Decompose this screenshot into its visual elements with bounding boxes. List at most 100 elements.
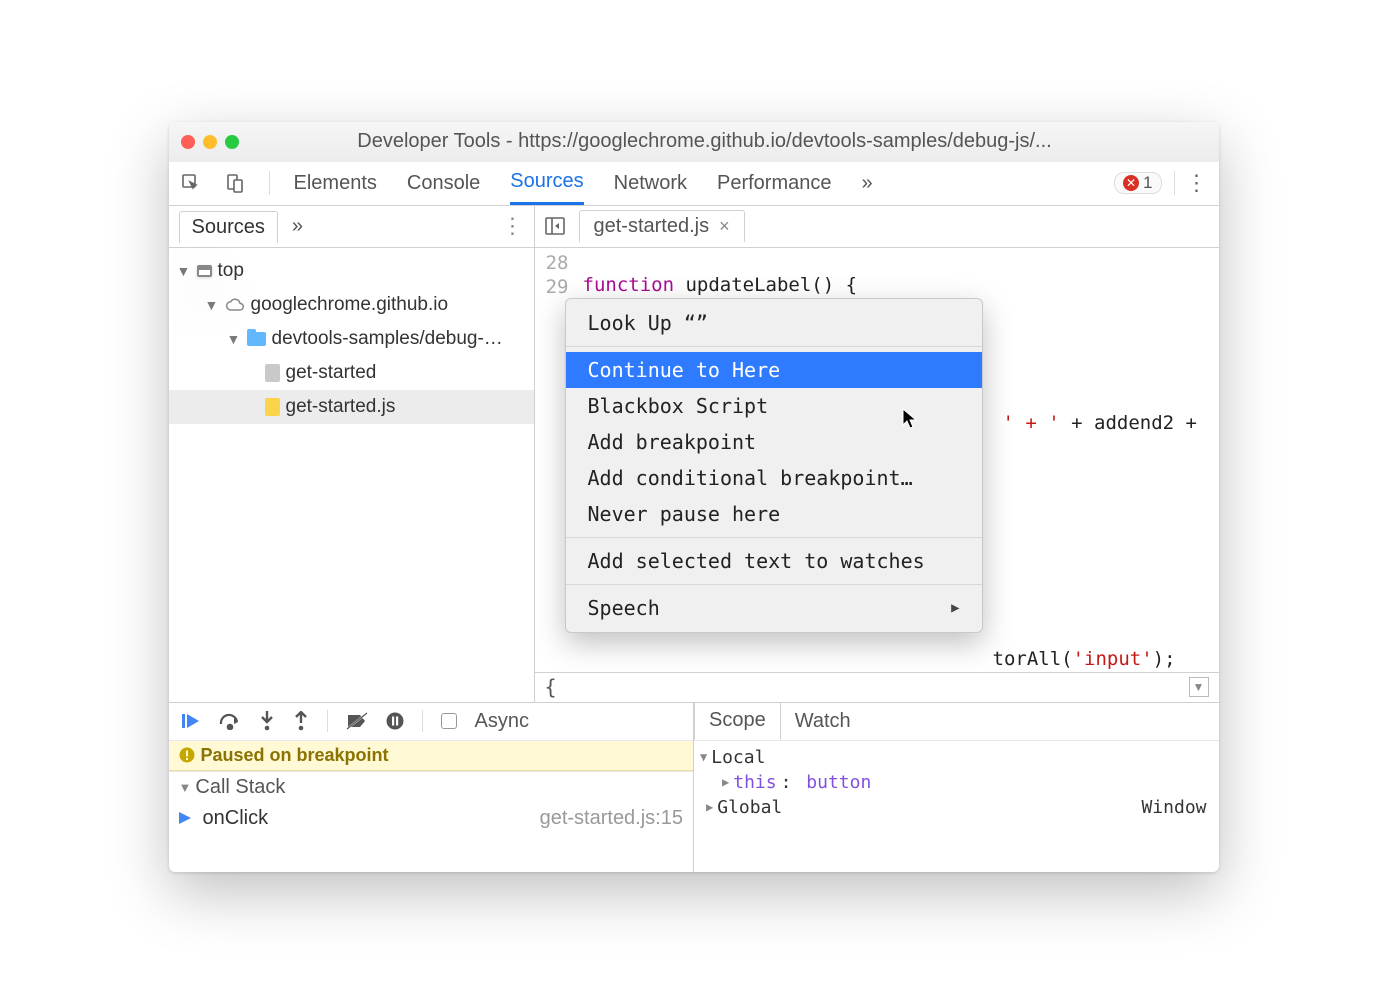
menu-add-conditional[interactable]: Add conditional breakpoint… xyxy=(566,460,982,496)
tree-folder[interactable]: ▼ devtools-samples/debug-… xyxy=(169,322,534,356)
kebab-menu-icon[interactable]: ⋮ xyxy=(1187,173,1207,193)
tab-scope[interactable]: Scope xyxy=(694,703,781,740)
expand-caret-icon[interactable]: ▼ xyxy=(177,263,191,279)
tab-performance[interactable]: Performance xyxy=(717,162,832,205)
error-icon: ✕ xyxy=(1123,175,1139,191)
info-icon xyxy=(179,747,195,763)
tree-file[interactable]: get-started xyxy=(169,356,534,390)
menu-separator xyxy=(566,537,982,538)
menu-continue-here[interactable]: Continue to Here xyxy=(566,352,982,388)
error-count-badge[interactable]: ✕ 1 xyxy=(1114,172,1161,194)
menu-separator xyxy=(566,346,982,347)
scope-global-val: Window xyxy=(1141,797,1206,818)
code-token: torAll( xyxy=(993,648,1073,670)
resume-icon[interactable] xyxy=(181,712,201,730)
debugger-left: Async Paused on breakpoint ▼ Call Stack … xyxy=(169,703,695,872)
tree-label: top xyxy=(218,260,244,282)
menu-speech[interactable]: Speech ▶ xyxy=(566,590,982,626)
close-tab-icon[interactable]: × xyxy=(719,216,730,237)
menu-label: Add conditional breakpoint… xyxy=(588,466,913,490)
editor-header: get-started.js × xyxy=(535,206,1219,248)
expand-caret-icon[interactable]: ▼ xyxy=(227,331,241,347)
deactivate-bp-icon[interactable] xyxy=(346,712,368,730)
menu-label: Continue to Here xyxy=(588,358,781,382)
code-editor[interactable]: 28 29 function updateLabel() { var adden… xyxy=(535,248,1219,672)
menu-lookup[interactable]: Look Up “” xyxy=(566,305,982,341)
titlebar: Developer Tools - https://googlechrome.g… xyxy=(169,122,1219,162)
async-label: Async xyxy=(475,710,529,733)
line-number: 28 xyxy=(535,252,569,276)
code-token: ); xyxy=(1153,648,1176,670)
expand-caret-icon: ▼ xyxy=(700,750,707,764)
expand-caret-icon[interactable]: ▼ xyxy=(205,297,219,313)
file-tree: ▼ top ▼ googlechrome.github.io ▼ devtool… xyxy=(169,248,534,702)
devtools-window: Developer Tools - https://googlechrome.g… xyxy=(169,122,1219,872)
tab-sources[interactable]: Sources xyxy=(510,162,583,205)
panel-tabs: Elements Console Sources Network Perform… xyxy=(294,162,873,205)
navigator-tab-sources[interactable]: Sources xyxy=(179,211,278,243)
toolbar-divider xyxy=(269,171,270,195)
minimize-window-button[interactable] xyxy=(203,135,217,149)
scope-tabs: Scope Watch xyxy=(694,703,1219,741)
expand-caret-icon: ▶ xyxy=(722,775,729,789)
menu-never-pause[interactable]: Never pause here xyxy=(566,496,982,532)
menu-separator xyxy=(566,584,982,585)
error-count: 1 xyxy=(1143,173,1152,193)
line-number: 29 xyxy=(535,276,569,300)
tree-domain[interactable]: ▼ googlechrome.github.io xyxy=(169,288,534,322)
scope-global[interactable]: ▶ Global Window xyxy=(700,795,1213,820)
code-token: updateLabel() { xyxy=(674,274,857,296)
step-over-icon[interactable] xyxy=(219,712,241,730)
device-icon[interactable] xyxy=(225,173,245,193)
editor-footer-dropdown-icon[interactable]: ▼ xyxy=(1189,677,1209,697)
editor-file-tab[interactable]: get-started.js × xyxy=(579,210,745,242)
step-out-icon[interactable] xyxy=(293,711,309,731)
menu-label: Add breakpoint xyxy=(588,430,757,454)
editor-tab-label: get-started.js xyxy=(594,215,710,238)
navigator-overflow[interactable]: » xyxy=(292,215,303,238)
main-toolbar: Elements Console Sources Network Perform… xyxy=(169,162,1219,206)
brace-match: { xyxy=(545,675,557,699)
cursor-icon xyxy=(901,407,921,431)
stack-fn: onClick xyxy=(203,807,269,830)
scope-body: ▼ Local ▶ this: button ▶ Global Window xyxy=(694,741,1219,824)
document-icon xyxy=(265,364,280,382)
folder-icon xyxy=(247,332,266,346)
close-window-button[interactable] xyxy=(181,135,195,149)
paused-text: Paused on breakpoint xyxy=(201,745,389,766)
navigator-panel: Sources » ⋮ ▼ top ▼ googlechrome.github.… xyxy=(169,206,535,702)
editor-footer: { ▼ xyxy=(535,672,1219,702)
traffic-lights xyxy=(181,135,239,149)
scope-this[interactable]: ▶ this: button xyxy=(700,770,1213,795)
tab-network[interactable]: Network xyxy=(614,162,687,205)
navigator-header: Sources » ⋮ xyxy=(169,206,534,248)
tab-watch[interactable]: Watch xyxy=(781,703,865,740)
toolbar-separator xyxy=(422,710,423,732)
stack-frame[interactable]: onClick get-started.js:15 xyxy=(169,803,694,834)
tree-label: get-started xyxy=(286,362,377,384)
menu-label: Add selected text to watches xyxy=(588,549,925,573)
tab-console[interactable]: Console xyxy=(407,162,480,205)
zoom-window-button[interactable] xyxy=(225,135,239,149)
scope-this-key: this xyxy=(733,772,776,793)
menu-label: Speech xyxy=(588,596,660,620)
menu-add-watch[interactable]: Add selected text to watches xyxy=(566,543,982,579)
stack-loc: get-started.js:15 xyxy=(540,807,683,830)
tabs-overflow[interactable]: » xyxy=(862,162,873,205)
code-token: 'input' xyxy=(1073,648,1153,670)
cloud-icon xyxy=(225,298,245,312)
tree-label: get-started.js xyxy=(286,396,396,418)
toggle-navigator-icon[interactable] xyxy=(545,217,565,235)
scope-local[interactable]: ▼ Local xyxy=(700,745,1213,770)
pause-exceptions-icon[interactable] xyxy=(386,712,404,730)
navigator-menu-icon[interactable]: ⋮ xyxy=(502,213,524,239)
inspect-icon[interactable] xyxy=(181,173,201,193)
expand-caret-icon: ▼ xyxy=(179,780,192,795)
tree-file-active[interactable]: get-started.js xyxy=(169,390,534,424)
tree-top[interactable]: ▼ top xyxy=(169,254,534,288)
tab-elements[interactable]: Elements xyxy=(294,162,377,205)
submenu-arrow-icon: ▶ xyxy=(951,600,959,616)
async-checkbox[interactable] xyxy=(441,713,457,729)
step-into-icon[interactable] xyxy=(259,711,275,731)
callstack-header[interactable]: ▼ Call Stack xyxy=(169,771,694,803)
